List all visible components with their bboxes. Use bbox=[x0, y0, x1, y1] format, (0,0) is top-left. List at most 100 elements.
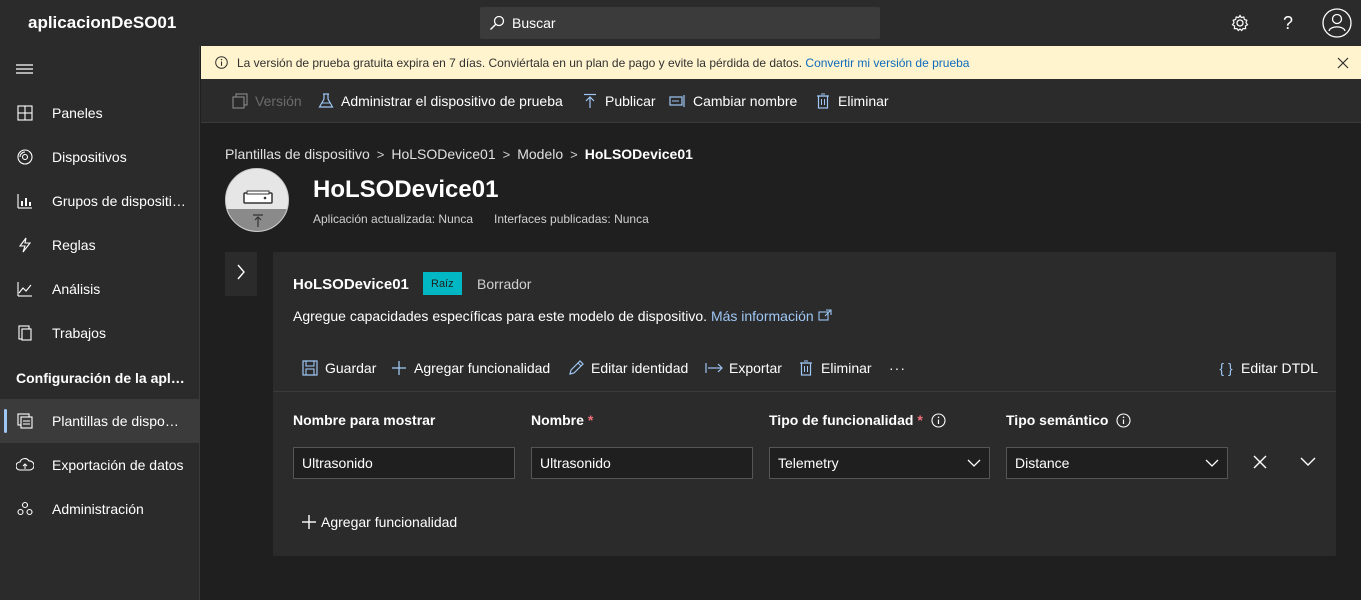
devices-icon bbox=[16, 148, 34, 166]
semantic-type-dropdown[interactable]: Distance bbox=[1006, 447, 1228, 479]
capability-type-dropdown[interactable]: Telemetry bbox=[769, 447, 990, 479]
required-asterisk: * bbox=[587, 412, 594, 428]
rename-icon bbox=[669, 92, 687, 110]
more-options-button[interactable]: ··· bbox=[889, 358, 906, 378]
sidebar-item-data-export[interactable]: Exportación de datos bbox=[0, 443, 200, 487]
col-header-label: Tipo semántico bbox=[1006, 412, 1109, 428]
chevron-right-icon bbox=[236, 264, 246, 285]
col-header-semantic-type: Tipo semántico bbox=[1006, 412, 1131, 428]
sidebar-item-device-groups[interactable]: Grupos de dispositi… bbox=[0, 179, 200, 223]
trial-banner: La versión de prueba gratuita expira en … bbox=[201, 46, 1361, 79]
add-capability-button[interactable]: Agregar funcionalidad bbox=[390, 358, 550, 378]
expand-panel-button[interactable] bbox=[225, 252, 257, 296]
version-icon bbox=[231, 92, 249, 110]
display-name-value: Ultrasonido bbox=[302, 455, 373, 471]
more-info-label: Más información bbox=[710, 308, 814, 324]
device-groups-icon bbox=[16, 192, 34, 210]
app-updated-status: Aplicación actualizada: Nunca bbox=[313, 212, 474, 226]
chevron-down-icon bbox=[1205, 456, 1219, 470]
name-field[interactable]: Ultrasonido bbox=[531, 447, 753, 479]
sidebar-item-label: Trabajos bbox=[52, 325, 106, 341]
breadcrumb: Plantillas de dispositivo > HoLSODevice0… bbox=[225, 146, 693, 162]
breadcrumb-current: HoLSODevice01 bbox=[584, 146, 693, 162]
name-value: Ultrasonido bbox=[540, 455, 611, 471]
publish-upload-icon bbox=[581, 92, 599, 110]
sidebar-item-devices[interactable]: Dispositivos bbox=[0, 135, 200, 179]
add-capability-bottom-button[interactable]: Agregar funcionalidad bbox=[301, 512, 457, 532]
version-button[interactable]: Versión bbox=[231, 91, 302, 111]
pencil-icon bbox=[567, 359, 585, 377]
sidebar-section-app-config[interactable]: Configuración de la apli… bbox=[16, 370, 186, 386]
required-asterisk: * bbox=[917, 412, 923, 428]
help-icon[interactable]: ? bbox=[1276, 11, 1300, 35]
device-template-image[interactable] bbox=[225, 168, 289, 232]
administration-icon bbox=[16, 500, 34, 518]
model-description: Agregue capacidades específicas para est… bbox=[293, 308, 832, 324]
hamburger-menu-icon[interactable] bbox=[16, 62, 34, 76]
data-export-icon bbox=[16, 456, 34, 474]
chevron-down-icon bbox=[967, 456, 981, 470]
sidebar-item-jobs[interactable]: Trabajos bbox=[0, 311, 200, 355]
expand-capability-chevron-down-icon[interactable] bbox=[1296, 450, 1320, 474]
root-badge: Raíz bbox=[423, 272, 462, 295]
info-icon bbox=[215, 56, 228, 69]
sidebar-item-label: Paneles bbox=[52, 105, 103, 121]
sidebar-item-analytics[interactable]: Análisis bbox=[0, 267, 200, 311]
delete-label: Eliminar bbox=[838, 93, 889, 109]
publish-button[interactable]: Publicar bbox=[581, 91, 656, 111]
card-delete-label: Eliminar bbox=[821, 360, 872, 376]
plus-icon bbox=[301, 514, 317, 530]
rename-button[interactable]: Cambiar nombre bbox=[669, 91, 797, 111]
sidebar-item-label: Análisis bbox=[52, 281, 101, 297]
search-box[interactable]: Buscar bbox=[480, 7, 880, 39]
manage-test-device-button[interactable]: Administrar el dispositivo de prueba bbox=[317, 91, 563, 111]
export-label: Exportar bbox=[729, 360, 782, 376]
breadcrumb-model[interactable]: Modelo bbox=[517, 146, 563, 162]
export-button[interactable]: Exportar bbox=[705, 358, 782, 378]
export-arrow-icon bbox=[705, 359, 723, 377]
close-icon[interactable] bbox=[1337, 56, 1349, 69]
jobs-icon bbox=[16, 324, 34, 342]
braces-icon: { } bbox=[1219, 360, 1233, 376]
save-disk-icon bbox=[301, 359, 319, 377]
breadcrumb-device[interactable]: HoLSODevice01 bbox=[391, 146, 495, 162]
dashboard-icon bbox=[16, 104, 34, 122]
app-title[interactable]: aplicacionDeSO01 bbox=[28, 13, 176, 33]
manage-label: Administrar el dispositivo de prueba bbox=[341, 93, 563, 109]
command-bar: Versión Administrar el dispositivo de pr… bbox=[201, 79, 1361, 123]
remove-capability-close-icon[interactable] bbox=[1248, 450, 1272, 474]
display-name-field[interactable]: Ultrasonido bbox=[293, 447, 515, 479]
delete-button[interactable]: Eliminar bbox=[814, 91, 889, 111]
save-button[interactable]: Guardar bbox=[301, 358, 376, 378]
top-bar: aplicacionDeSO01 Buscar ? bbox=[0, 0, 1361, 46]
sidebar-item-label: Exportación de datos bbox=[52, 457, 184, 473]
more-info-link[interactable]: Más información bbox=[711, 308, 832, 324]
external-link-icon bbox=[817, 309, 832, 321]
sidebar-item-label: Administración bbox=[52, 501, 144, 517]
draft-status: Borrador bbox=[477, 276, 532, 292]
sidebar-item-administration[interactable]: Administración bbox=[0, 487, 200, 531]
sidebar-item-label: Grupos de dispositi… bbox=[52, 193, 186, 209]
device-templates-icon bbox=[16, 412, 34, 430]
user-avatar-icon[interactable] bbox=[1321, 7, 1353, 39]
convert-trial-link[interactable]: Convertir mi versión de prueba bbox=[805, 56, 969, 70]
settings-gear-icon[interactable] bbox=[1228, 11, 1252, 35]
version-label: Versión bbox=[255, 93, 302, 109]
edit-dtdl-button[interactable]: { } Editar DTDL bbox=[1217, 358, 1318, 378]
info-icon[interactable] bbox=[931, 412, 946, 428]
edit-identity-button[interactable]: Editar identidad bbox=[567, 358, 688, 378]
sidebar-item-dashboards[interactable]: Paneles bbox=[0, 91, 200, 135]
sidebar-item-device-templates[interactable]: Plantillas de dispo… bbox=[0, 399, 200, 443]
card-delete-button[interactable]: Eliminar bbox=[797, 358, 872, 378]
semantic-type-value: Distance bbox=[1015, 455, 1070, 471]
plus-icon bbox=[390, 359, 408, 377]
search-placeholder: Buscar bbox=[512, 15, 556, 31]
info-icon[interactable] bbox=[1116, 412, 1131, 428]
flask-icon bbox=[317, 92, 335, 110]
search-icon bbox=[488, 14, 506, 32]
analytics-icon bbox=[16, 280, 34, 298]
model-card: HoLSODevice01 Raíz Borrador Agregue capa… bbox=[273, 252, 1336, 556]
sidebar-item-rules[interactable]: Reglas bbox=[0, 223, 200, 267]
breadcrumb-device-templates[interactable]: Plantillas de dispositivo bbox=[225, 146, 370, 162]
col-header-display-name: Nombre para mostrar bbox=[293, 412, 435, 428]
